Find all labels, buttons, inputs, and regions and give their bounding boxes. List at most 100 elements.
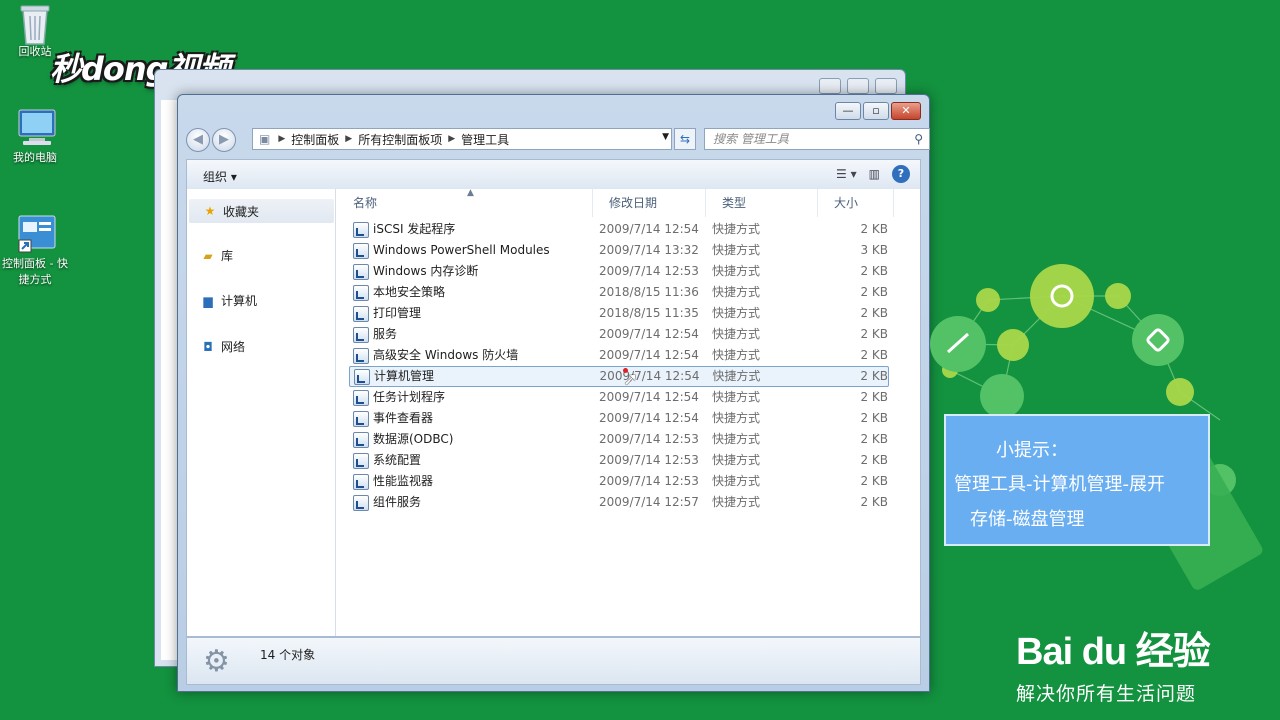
desktop-icon-my-computer[interactable]: 我的电脑 [0,108,70,166]
file-name: 本地安全策略 [373,285,446,299]
column-header-size[interactable]: 大小 [818,189,894,217]
back-button[interactable]: ◀ [186,128,210,152]
desktop-icon-control-panel[interactable]: 控制面板 - 快捷方式 [0,214,70,288]
chevron-right-icon: ▶ [278,134,286,144]
file-row[interactable]: Windows 内存诊断 2009/7/14 12:53 快捷方式 2 KB [349,261,889,282]
column-header-type[interactable]: 类型 [706,189,818,217]
nav-item-libraries[interactable]: ▰ 库 [201,247,233,264]
file-row[interactable]: Windows PowerShell Modules 2009/7/14 13:3… [349,240,889,261]
column-header-name[interactable]: ▲ 名称 [337,188,593,217]
file-row[interactable]: 打印管理 2018/8/15 11:35 快捷方式 2 KB [349,303,889,324]
star-icon: ★ [204,204,216,218]
nav-label: 计算机 [221,294,258,308]
search-icon: ⚲ [914,132,923,146]
file-row[interactable]: 本地安全策略 2018/8/15 11:36 快捷方式 2 KB [349,282,889,303]
address-bar[interactable]: ▣ ▶ 控制面板 ▶ 所有控制面板项 ▶ 管理工具 ▼ [252,128,672,150]
file-row[interactable]: 数据源(ODBC) 2009/7/14 12:53 快捷方式 2 KB [349,429,889,450]
file-date: 2009/7/14 12:53 [599,474,699,488]
nav-item-favorites[interactable]: ★ 收藏夹 [189,199,334,223]
file-name: 计算机管理 [373,369,434,383]
file-size: 2 KB [860,264,888,278]
refresh-button[interactable]: ⇆ [674,128,696,150]
file-name: iSCSI 发起程序 [373,222,456,236]
file-type: 快捷方式 [712,285,761,299]
file-row[interactable]: 高级安全 Windows 防火墙 2009/7/14 12:54 快捷方式 2 KB [349,345,889,366]
file-row[interactable]: 任务计划程序 2009/7/14 12:54 快捷方式 2 KB [349,387,889,408]
file-type: 快捷方式 [712,369,761,383]
breadcrumb-item[interactable]: 控制面板 [291,131,339,148]
command-bar: 组织 ▾ ☰ ▾ ▥ ? [186,159,921,189]
file-row[interactable]: 事件查看器 2009/7/14 12:54 快捷方式 2 KB [349,408,889,429]
minimize-button[interactable]: — [835,102,861,120]
breadcrumb-item[interactable]: 所有控制面板项 [358,131,442,148]
file-row[interactable]: 计算机管理 2009/7/14 12:54 快捷方式 2 KB [349,366,889,387]
organize-button[interactable]: 组织 ▾ [203,168,237,185]
file-date: 2009/7/14 12:54 [599,327,699,341]
forward-button[interactable]: ▶ [212,128,236,152]
maximize-button[interactable]: ▫ [863,102,889,120]
nav-item-network[interactable]: ◘ 网络 [201,338,245,355]
shortcut-icon [353,389,369,406]
shortcut-icon [353,326,369,343]
file-size: 2 KB [860,369,888,383]
file-row[interactable]: 服务 2009/7/14 12:54 快捷方式 2 KB [349,324,889,345]
file-size: 2 KB [860,348,888,362]
breadcrumb-item[interactable]: 管理工具 [461,131,509,148]
file-type: 快捷方式 [712,432,761,446]
file-row[interactable]: 组件服务 2009/7/14 12:57 快捷方式 2 KB [349,492,889,513]
recycle-bin-icon [15,2,55,45]
tip-title: 小提示： [996,440,1068,461]
shortcut-icon [353,494,369,511]
file-date: 2009/7/14 12:54 [599,222,699,236]
file-type: 快捷方式 [712,348,761,362]
nav-label: 网络 [221,340,246,354]
file-name: 高级安全 Windows 防火墙 [373,348,519,362]
column-header-date[interactable]: 修改日期 [593,189,706,217]
minimize-button[interactable] [819,78,841,94]
file-row[interactable]: 性能监视器 2009/7/14 12:53 快捷方式 2 KB [349,471,889,492]
file-size: 2 KB [860,390,888,404]
close-button[interactable] [875,78,897,94]
file-type: 快捷方式 [712,222,761,236]
mouse-cursor-icon: ➚ [623,369,639,390]
desktop-icon-label: 我的电脑 [13,151,57,164]
preview-pane-icon[interactable]: ▥ [869,167,880,181]
nav-label: 收藏夹 [223,204,260,219]
control-panel-icon [15,214,56,254]
file-type: 快捷方式 [712,474,761,488]
shortcut-icon [353,452,369,469]
search-input[interactable]: 搜索 管理工具 ⚲ [704,128,930,150]
file-type: 快捷方式 [712,411,761,425]
file-size: 2 KB [860,495,888,509]
file-type: 快捷方式 [712,390,761,404]
file-name: 任务计划程序 [373,390,446,404]
file-date: 2018/8/15 11:35 [599,306,699,320]
file-type: 快捷方式 [712,495,761,509]
file-date: 2009/7/14 12:54 [599,369,700,383]
close-button[interactable]: ✕ [891,102,921,120]
file-date: 2009/7/14 12:54 [599,390,699,404]
search-placeholder: 搜索 管理工具 [713,132,789,146]
chevron-right-icon: ▶ [448,134,456,144]
maximize-button[interactable] [847,78,869,94]
view-options-icon[interactable]: ☰ ▾ [836,167,857,181]
shortcut-icon [353,431,369,448]
shortcut-icon [353,242,369,259]
file-row[interactable]: 系统配置 2009/7/14 12:53 快捷方式 2 KB [349,450,889,471]
file-name: 事件查看器 [373,411,434,425]
file-size: 2 KB [860,222,888,236]
file-name: 打印管理 [373,306,422,320]
tip-line-2: 存储-磁盘管理 [970,509,1085,530]
file-size: 2 KB [860,453,888,467]
network-icon: ◘ [203,339,213,354]
file-name: Windows PowerShell Modules [373,243,550,257]
shortcut-icon [353,347,369,364]
file-row[interactable]: iSCSI 发起程序 2009/7/14 12:54 快捷方式 2 KB [349,219,889,240]
help-icon[interactable]: ? [892,165,910,183]
chevron-down-icon[interactable]: ▼ [662,132,669,142]
file-name: Windows 内存诊断 [373,264,479,278]
baidu-slogan: 解决你所有生活问题 [1016,683,1197,705]
nav-item-computer[interactable]: ▆ 计算机 [201,292,257,309]
file-date: 2009/7/14 13:32 [599,243,699,257]
computer-icon [15,108,56,148]
